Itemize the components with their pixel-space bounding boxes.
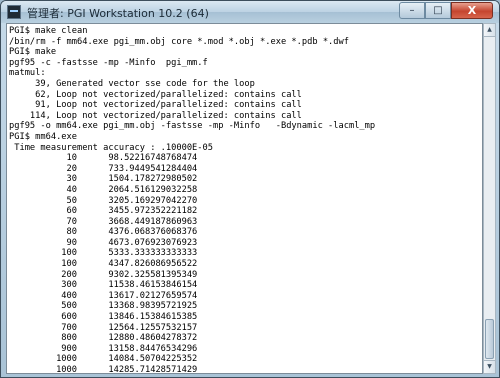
console-line: 1000 14285.71428571429 — [9, 365, 198, 374]
console-line: 1000 14084.50704225352 — [9, 354, 198, 365]
title-bar[interactable]: 管理者: PGI Workstation 10.2 (64) – □ X — [1, 1, 499, 23]
console-line: PGI$ mm64.exe — [9, 131, 77, 142]
console-line: 800 12880.48604278372 — [9, 333, 198, 344]
console-line: 70 3668.449187860963 — [9, 216, 198, 227]
console-line: 10 98.52216748768474 — [9, 153, 198, 164]
window-title: 管理者: PGI Workstation 10.2 (64) — [27, 7, 209, 20]
console-line: 100 5333.333333333333 — [9, 248, 198, 259]
console-line: 40 2064.516129032258 — [9, 184, 198, 195]
console-output[interactable]: PGI$ make clean/bin/rm -f mm64.exe pgi_m… — [6, 23, 483, 374]
console-line: PGI$ make clean — [9, 26, 88, 36]
vertical-scrollbar[interactable]: ▲ ▼ — [483, 23, 496, 374]
console-line: 80 4376.068376068376 — [9, 227, 198, 238]
console-line: 20 733.9449541284404 — [9, 163, 198, 174]
terminal-app-icon — [7, 5, 21, 19]
console-line: 90 4673.076923076923 — [9, 237, 198, 248]
console-line: Time measurement accuracy : .10000E-05 — [9, 142, 213, 153]
console-line: 50 3205.169297042270 — [9, 195, 198, 206]
terminal-window: 管理者: PGI Workstation 10.2 (64) – □ X PGI… — [0, 0, 500, 378]
close-button[interactable]: X — [451, 2, 493, 19]
console-line: 500 13368.98395721925 — [9, 301, 198, 312]
scroll-up-arrow-icon[interactable]: ▲ — [484, 24, 495, 37]
console-line: 62, Loop not vectorized/parallelized: co… — [9, 89, 302, 100]
console-line: 200 9302.325581395349 — [9, 269, 198, 280]
console-line: 700 12564.12557532157 — [9, 322, 198, 333]
console-line: 300 11538.46153846154 — [9, 280, 198, 291]
scroll-down-arrow-icon[interactable]: ▼ — [484, 360, 495, 373]
maximize-button[interactable]: □ — [425, 2, 451, 19]
console-text: PGI$ make clean/bin/rm -f mm64.exe pgi_m… — [9, 26, 376, 374]
console-line: /bin/rm -f mm64.exe pgi_mm.obj core *.mo… — [9, 36, 349, 47]
console-line: 100 4347.826086956522 — [9, 259, 198, 270]
console-line: pgf95 -c -fastsse -mp -Minfo pgi_mm.f — [9, 57, 208, 68]
console-line: 91, Loop not vectorized/parallelized: co… — [9, 100, 302, 111]
console-line: 39, Generated vector sse code for the lo… — [9, 78, 255, 89]
console-line: pgf95 -o mm64.exe pgi_mm.obj -fastsse -m… — [9, 121, 376, 132]
console-line: 30 1504.178272980502 — [9, 174, 198, 185]
console-line: 114, Loop not vectorized/parallelized: c… — [9, 110, 302, 121]
window-controls: – □ X — [399, 2, 493, 19]
console-line: 900 13158.84476534296 — [9, 343, 198, 354]
console-line: 60 3455.972352221182 — [9, 206, 198, 217]
scroll-thumb[interactable] — [485, 319, 494, 359]
console-line: matmul: — [9, 68, 46, 79]
minimize-button[interactable]: – — [399, 2, 425, 19]
console-line: 400 13617.02127659574 — [9, 290, 198, 301]
console-line: PGI$ make — [9, 47, 57, 58]
console-line: 600 13846.15384615385 — [9, 312, 198, 323]
